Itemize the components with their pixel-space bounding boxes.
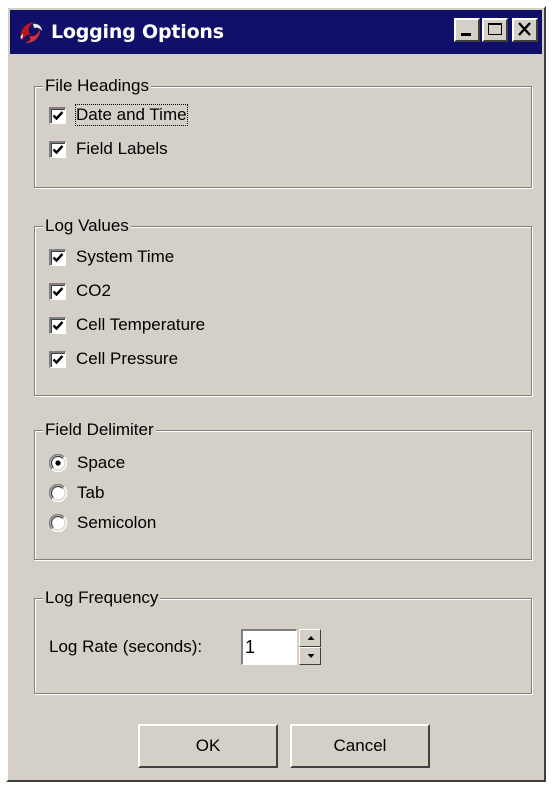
- space-radio[interactable]: [49, 454, 67, 472]
- log-rate-input[interactable]: 1: [241, 629, 297, 665]
- field-labels-checkbox[interactable]: [49, 140, 66, 158]
- arrow-up-icon: [307, 636, 315, 640]
- log-frequency-label: Log Frequency: [43, 588, 161, 608]
- maximize-button[interactable]: [482, 18, 508, 42]
- log-frequency-group: Log Frequency Log Rate (seconds): 1: [34, 588, 532, 694]
- system-time-checkbox-row[interactable]: System Time: [49, 243, 174, 271]
- file-headings-label: File Headings: [43, 76, 151, 96]
- semicolon-radio[interactable]: [49, 514, 67, 532]
- system-time-checkbox[interactable]: [49, 248, 66, 266]
- semicolon-radio-row[interactable]: Semicolon: [49, 509, 156, 537]
- minimize-button[interactable]: [454, 18, 480, 42]
- co2-checkbox[interactable]: [49, 282, 66, 300]
- field-labels-checkbox-row[interactable]: Field Labels: [49, 135, 168, 163]
- tab-radio-row[interactable]: Tab: [49, 479, 104, 507]
- ok-button[interactable]: OK: [138, 724, 278, 768]
- date-time-label: Date and Time: [75, 104, 188, 126]
- minimize-icon: [461, 33, 471, 36]
- maximize-icon: [488, 23, 502, 35]
- cell-temperature-checkbox-row[interactable]: Cell Temperature: [49, 311, 205, 339]
- system-time-label: System Time: [76, 247, 175, 266]
- space-label: Space: [77, 453, 126, 472]
- checkmark-icon: [52, 320, 64, 330]
- cell-pressure-checkbox[interactable]: [49, 350, 66, 368]
- app-icon: [20, 22, 42, 44]
- semicolon-label: Semicolon: [77, 513, 157, 532]
- field-labels-label: Field Labels: [76, 139, 168, 158]
- co2-label: CO2: [76, 281, 111, 300]
- spin-down-button[interactable]: [299, 647, 321, 665]
- close-button[interactable]: [512, 18, 538, 42]
- log-rate-label: Log Rate (seconds):: [49, 637, 203, 656]
- arrow-down-icon: [307, 654, 315, 658]
- checkmark-icon: [52, 286, 64, 296]
- co2-checkbox-row[interactable]: CO2: [49, 277, 111, 305]
- close-icon: [518, 22, 531, 36]
- cell-temperature-checkbox[interactable]: [49, 316, 66, 334]
- cell-pressure-checkbox-row[interactable]: Cell Pressure: [49, 345, 178, 373]
- field-delimiter-group: Field Delimiter Space Tab Semicolon: [34, 420, 532, 560]
- file-headings-group: File Headings Date and Time Field Labels: [34, 76, 532, 188]
- date-time-checkbox[interactable]: [49, 106, 66, 124]
- cancel-button[interactable]: Cancel: [290, 724, 430, 768]
- field-delimiter-label: Field Delimiter: [43, 420, 156, 440]
- tab-radio[interactable]: [49, 484, 67, 502]
- spin-up-button[interactable]: [299, 629, 321, 647]
- log-values-label: Log Values: [43, 216, 131, 236]
- date-time-checkbox-row[interactable]: Date and Time: [49, 101, 188, 129]
- checkmark-icon: [52, 354, 64, 364]
- tab-label: Tab: [77, 483, 105, 502]
- space-radio-row[interactable]: Space: [49, 449, 125, 477]
- cell-pressure-label: Cell Pressure: [76, 349, 179, 368]
- checkmark-icon: [52, 252, 64, 262]
- checkmark-icon: [52, 144, 64, 154]
- checkmark-icon: [52, 110, 64, 120]
- title-bar[interactable]: Logging Options: [10, 10, 542, 54]
- log-values-group: Log Values System Time CO2 Cell Temperat…: [34, 216, 532, 396]
- cell-temperature-label: Cell Temperature: [76, 315, 206, 334]
- window-title: Logging Options: [51, 21, 224, 43]
- logging-options-window: Logging Options File Headings Date and T…: [6, 6, 546, 782]
